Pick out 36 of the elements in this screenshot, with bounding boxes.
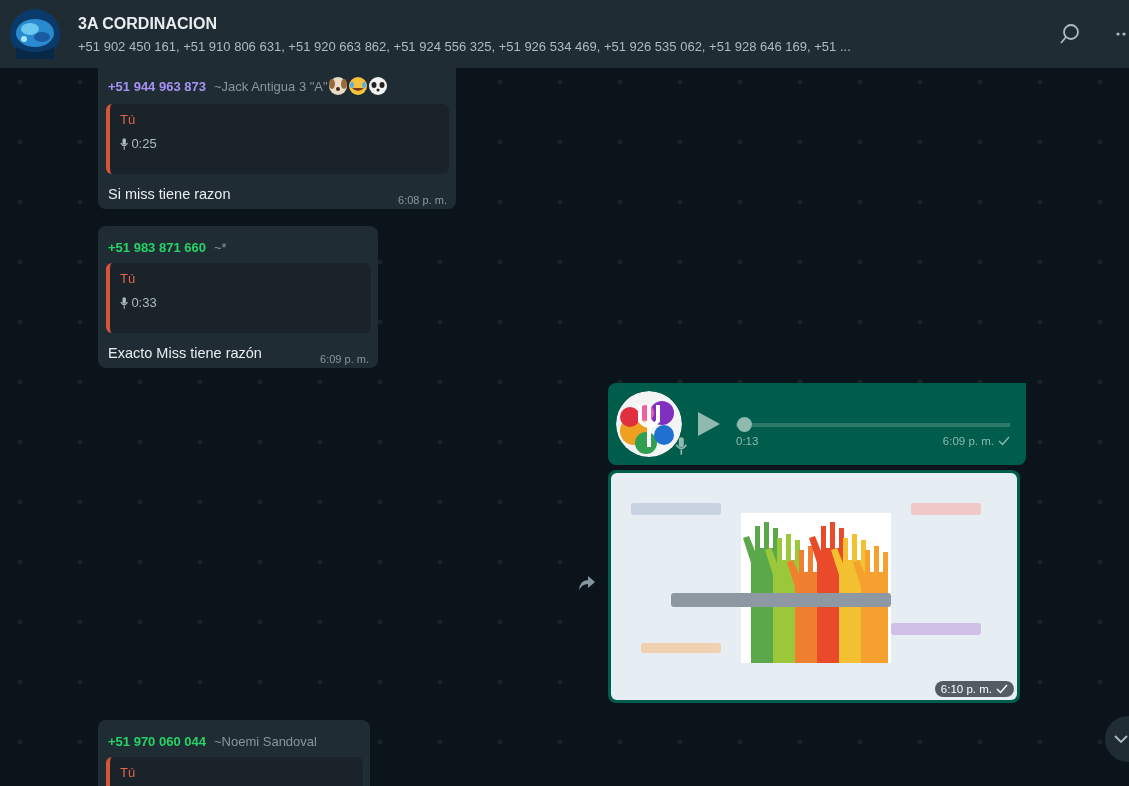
- sender-alias: ~Jack Antigua 3 "A": [213, 78, 328, 94]
- chevron-down-icon: [1114, 733, 1128, 744]
- quote-author: Tú: [120, 765, 137, 780]
- search-icon: [1059, 23, 1081, 45]
- play-button[interactable]: [696, 410, 722, 438]
- quote-author: Tú: [120, 271, 137, 286]
- forward-button[interactable]: [578, 575, 596, 591]
- message-time: 6:09 p. m.: [320, 353, 369, 365]
- play-icon: [696, 410, 722, 438]
- slider-thumb[interactable]: [737, 417, 752, 432]
- sender-phone: +51 944 963 873: [108, 78, 206, 94]
- microphone-icon: [120, 296, 129, 309]
- forward-icon: [578, 575, 596, 591]
- quoted-message[interactable]: Tú 0:33: [106, 263, 371, 333]
- quote-author: Tú: [120, 112, 137, 127]
- voice-duration: 0:33: [120, 295, 361, 310]
- microphone-icon: [120, 137, 129, 150]
- chat-title: 3A CORDINACION: [78, 14, 218, 33]
- message-time: 6:10 p. m.: [934, 681, 1014, 697]
- sender-alias: ~*: [213, 240, 227, 255]
- message-text: Exacto Miss tiene razón: [108, 345, 262, 361]
- image-message[interactable]: 6:10 p. m.: [608, 470, 1020, 703]
- message-time: 6:08 p. m.: [398, 194, 447, 206]
- sender-phone: +51 983 871 660: [108, 240, 206, 255]
- member-list: +51 902 450 161, +51 910 806 631, +51 920 663 862, +51 924 556 325, +51 926 534 469, +51 926 535 062, +51 928 646 169, +51 ...: [78, 38, 1037, 54]
- voice-duration: 0:25: [120, 136, 439, 151]
- quoted-message[interactable]: Tú 0:25: [106, 104, 449, 174]
- quoted-message[interactable]: Tú: [106, 757, 363, 786]
- check-icon: [996, 684, 1008, 694]
- sender-alias: ~Noemi Sandoval: [213, 734, 317, 749]
- audio-duration: 0:13: [736, 435, 759, 447]
- message-text: Si miss tiene razon: [108, 186, 231, 202]
- check-icon: [998, 436, 1010, 446]
- sender-phone: +51 970 060 044: [108, 734, 206, 749]
- microphone-icon: [675, 437, 688, 455]
- message-time: 6:09 p. m.: [942, 435, 1010, 447]
